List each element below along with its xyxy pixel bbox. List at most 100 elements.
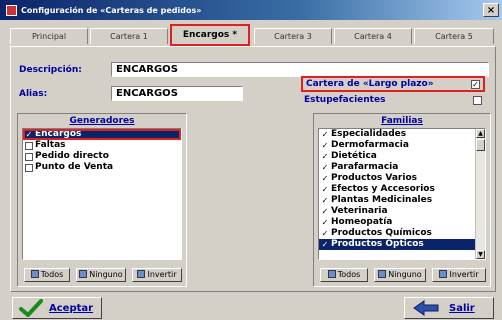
check-icon: ✓ [321, 206, 329, 216]
tab-strip: Principal Cartera 1 Encargos * Cartera 3… [10, 22, 496, 46]
alias-field[interactable]: ENCARGOS [111, 86, 243, 101]
scroll-up-icon[interactable]: ▲ [476, 129, 485, 138]
generador-item-punto-de-venta[interactable]: Punto de Venta [23, 162, 181, 173]
checkmark-icon [19, 299, 43, 317]
familia-item-productos-quimicos[interactable]: ✓ Productos Químicos [319, 228, 475, 239]
descripcion-field[interactable]: ENCARGOS [111, 62, 489, 77]
list-item-label: Efectos y Accesorios [331, 184, 435, 194]
familias-list[interactable]: ✓ Especialidades ✓ Dermofarmacia ✓ Dietétic… [318, 128, 486, 260]
estupefacientes-box [473, 95, 482, 105]
button-label: Ninguno [89, 270, 123, 279]
tab-cartera-4[interactable]: Cartera 4 [334, 28, 412, 44]
familias-group: Familias ✓ Especialidades ✓ Dermofarmacia … [313, 113, 491, 287]
generador-item-faltas[interactable]: Faltas [23, 140, 181, 151]
salir-label: Salir [449, 302, 475, 314]
select-none-icon [378, 270, 387, 278]
estupefacientes-checkbox[interactable]: Estupefacientes [304, 94, 482, 106]
familia-item-dietetica[interactable]: ✓ Dietética [319, 151, 475, 162]
close-button[interactable]: × [483, 3, 499, 17]
list-item-label: Parafarmacia [331, 162, 399, 172]
scroll-thumb[interactable] [476, 139, 485, 151]
button-label: Todos [337, 270, 361, 279]
list-item-label: Productos Químicos [331, 228, 432, 238]
list-item-label: Dermofarmacia [331, 140, 409, 150]
list-item-label: Homeopatía [331, 217, 393, 227]
familia-item-productos-varios[interactable]: ✓ Productos Varios [319, 173, 475, 184]
generadores-invertir-button[interactable]: Invertir [132, 268, 182, 282]
familia-item-plantas-medicinales[interactable]: ✓ Plantas Medicinales [319, 195, 475, 206]
generadores-todos-button[interactable]: Todos [24, 268, 70, 282]
invert-selection-icon [439, 270, 448, 278]
title-bar: Configuración de «Carteras de pedidos» × [0, 0, 502, 20]
descripcion-label: Descripción: [19, 65, 82, 75]
familias-ninguno-button[interactable]: Ninguno [374, 268, 426, 282]
check-icon: ✓ [25, 129, 33, 139]
exit-arrow-icon [413, 300, 439, 316]
familia-item-homeopatia[interactable]: ✓ Homeopatía [319, 217, 475, 228]
select-all-icon [30, 270, 39, 278]
familias-scrollbar[interactable]: ▲ ▼ [475, 129, 485, 259]
app-icon [6, 4, 17, 16]
check-icon: ✓ [321, 228, 329, 238]
generadores-ninguno-button[interactable]: Ninguno [76, 268, 126, 282]
invert-selection-icon [137, 270, 146, 278]
tab-principal[interactable]: Principal [10, 28, 88, 44]
cartera-largo-plazo-checkbox[interactable]: Cartera de «Largo plazo» ✓ [301, 76, 485, 92]
check-icon: ✓ [321, 217, 329, 227]
check-icon: ✓ [321, 129, 329, 139]
familia-item-productos-opticos[interactable]: ✓ Productos Ópticos [319, 239, 475, 250]
aceptar-label: Aceptar [49, 302, 94, 314]
tab-cartera-1[interactable]: Cartera 1 [90, 28, 168, 44]
scroll-down-icon[interactable]: ▼ [476, 250, 485, 259]
alias-label: Alias: [19, 89, 48, 99]
select-none-icon [79, 270, 88, 278]
button-label: Invertir [147, 270, 177, 279]
check-icon: ✓ [321, 184, 329, 194]
checkbox-box [25, 152, 33, 161]
familia-item-veterinaria[interactable]: ✓ Veterinaria [319, 206, 475, 217]
list-item-label: Encargos [35, 129, 82, 139]
list-item-label: Faltas [35, 140, 66, 150]
check-icon: ✓ [321, 151, 329, 161]
familias-invertir-button[interactable]: Invertir [432, 268, 486, 282]
list-item-label: Especialidades [331, 129, 407, 139]
tab-panel: Descripción: ENCARGOS Alias: ENCARGOS Ca… [10, 46, 496, 292]
list-item-label: Dietética [331, 151, 377, 161]
list-item-label: Pedido directo [35, 151, 109, 161]
check-icon: ✓ [321, 195, 329, 205]
generador-item-encargos[interactable]: ✓ Encargos [23, 129, 181, 140]
list-item-label: Punto de Venta [35, 162, 114, 172]
generadores-list[interactable]: ✓ Encargos Faltas Pedido directo Punto d… [22, 128, 182, 260]
list-item-label: Veterinaria [331, 206, 388, 216]
check-icon: ✓ [321, 140, 329, 150]
familia-item-efectos-accesorios[interactable]: ✓ Efectos y Accesorios [319, 184, 475, 195]
check-icon: ✓ [321, 162, 329, 172]
checkbox-box [25, 141, 33, 150]
check-icon: ✓ [321, 173, 329, 183]
aceptar-button[interactable]: Aceptar [12, 297, 102, 319]
window-title: Configuración de «Carteras de pedidos» [21, 5, 202, 15]
salir-button[interactable]: Salir [404, 297, 494, 319]
button-label: Ninguno [388, 270, 422, 279]
button-label: Todos [40, 270, 64, 279]
generadores-group: Generadores ✓ Encargos Faltas Pedido dir… [17, 113, 187, 287]
tab-encargos[interactable]: Encargos * [170, 24, 250, 46]
button-label: Invertir [449, 270, 479, 279]
tab-cartera-5[interactable]: Cartera 5 [414, 28, 494, 44]
cartera-largo-plazo-label: Cartera de «Largo plazo» [306, 79, 434, 89]
generadores-title: Generadores [69, 116, 135, 126]
tab-cartera-3[interactable]: Cartera 3 [254, 28, 332, 44]
familias-todos-button[interactable]: Todos [320, 268, 368, 282]
generador-item-pedido-directo[interactable]: Pedido directo [23, 151, 181, 162]
cartera-largo-plazo-check-icon: ✓ [471, 79, 480, 89]
checkbox-box [25, 163, 33, 172]
list-item-label: Plantas Medicinales [331, 195, 433, 205]
list-item-label: Productos Varios [331, 173, 417, 183]
familia-item-parafarmacia[interactable]: ✓ Parafarmacia [319, 162, 475, 173]
familia-item-especialidades[interactable]: ✓ Especialidades [319, 129, 475, 140]
check-icon: ✓ [321, 239, 329, 249]
familia-item-dermofarmacia[interactable]: ✓ Dermofarmacia [319, 140, 475, 151]
estupefacientes-label: Estupefacientes [304, 95, 386, 105]
select-all-icon [327, 270, 336, 278]
familias-title: Familias [381, 116, 423, 126]
